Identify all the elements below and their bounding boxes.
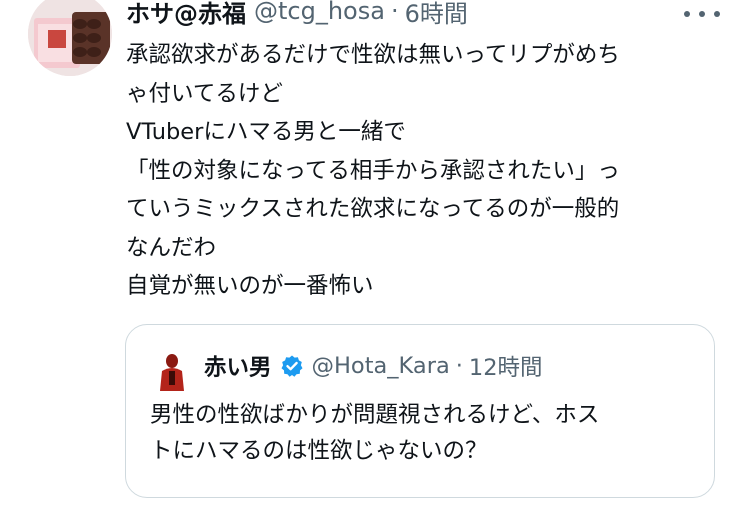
quoted-tweet-text: 男性の性欲ばかりが問題視されるけど、ホス トにハマるのは性欲じゃないの？ [150,397,700,469]
more-dot [684,11,690,17]
quoted-author-handle[interactable]: @Hota_Kara [312,353,450,379]
quoted-author-name[interactable]: 赤い男 [204,350,272,382]
tweet-text-line: 承認欲求があるだけで性欲は無いってリプがめち [126,42,620,68]
tweet-text-line: VTuberにハマる男と一緒で [126,119,406,145]
tweet-text-line: なんだわ [126,234,217,261]
tweet[interactable]: ホサ@赤福 @tcg_hosa · 6時間 承認欲求があるだけで性欲は無いってリ… [0,0,750,511]
tweet-timestamp[interactable]: 6時間 [405,0,468,29]
tweet-text: 承認欲求があるだけで性欲は無いってリプがめち ゃ付いてるけど VTuberにハマ… [126,36,726,306]
quoted-text-line: 男性の性欲ばかりが問題視されるけど、ホス [150,402,600,428]
header-separator: · [390,0,399,25]
tweet-text-line: ていうミックスされた欲求になってるのが一般的 [126,196,620,222]
verified-badge-icon [280,354,304,378]
more-dot [699,11,705,17]
akafuku-box-avatar-icon[interactable] [28,0,112,76]
quoted-header-separator: · [455,353,463,379]
author-name[interactable]: ホサ@赤福 [126,0,246,29]
tweet-text-line: 自覚が無いのが一番怖い [126,273,374,299]
tweet-text-line: 「性の対象になってる相手から承認されたい」っ [126,157,620,184]
tweet-header: ホサ@赤福 @tcg_hosa · 6時間 [126,0,468,28]
quoted-tweet-header: 赤い男 @Hota_Kara · 12時間 [204,349,543,383]
more-dots-icon[interactable] [684,4,720,24]
more-dot [714,11,720,17]
author-handle[interactable]: @tcg_hosa [254,0,385,25]
quoted-timestamp[interactable]: 12時間 [469,350,543,382]
tweet-text-line: ゃ付いてるけど [126,80,283,107]
quoted-text-line: トにハマるのは性欲じゃないの？ [150,438,488,464]
red-figure-avatar-icon[interactable] [156,353,188,391]
quoted-tweet[interactable]: 赤い男 @Hota_Kara · 12時間 男性の性欲ばかりが問題視されるけど、… [125,324,715,498]
